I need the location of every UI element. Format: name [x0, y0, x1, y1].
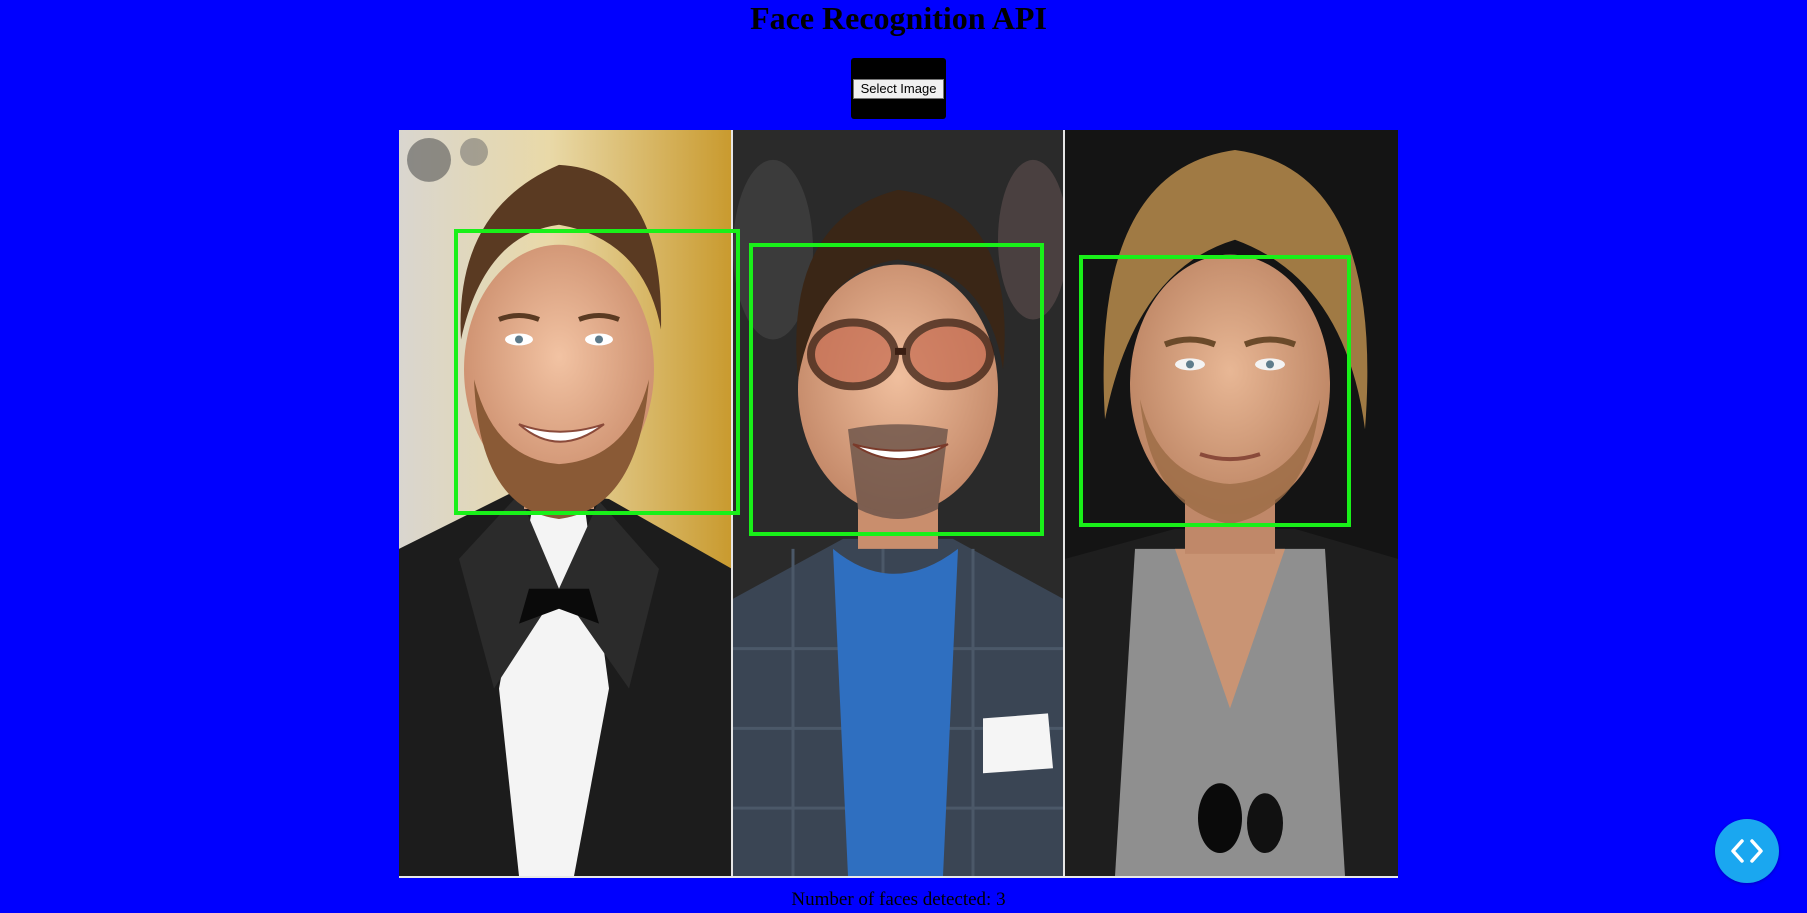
select-image-button[interactable]: Select Image	[853, 79, 944, 99]
face-detection-box	[749, 243, 1044, 536]
code-icon	[1731, 839, 1763, 863]
code-view-button[interactable]	[1715, 819, 1779, 883]
result-image	[399, 130, 1398, 878]
upload-container: Select Image	[851, 58, 946, 119]
page-title: Face Recognition API	[750, 0, 1047, 36]
face-detection-box	[1079, 255, 1351, 527]
faces-detected-count: Number of faces detected: 3	[791, 889, 1006, 910]
face-detection-box	[454, 229, 740, 515]
